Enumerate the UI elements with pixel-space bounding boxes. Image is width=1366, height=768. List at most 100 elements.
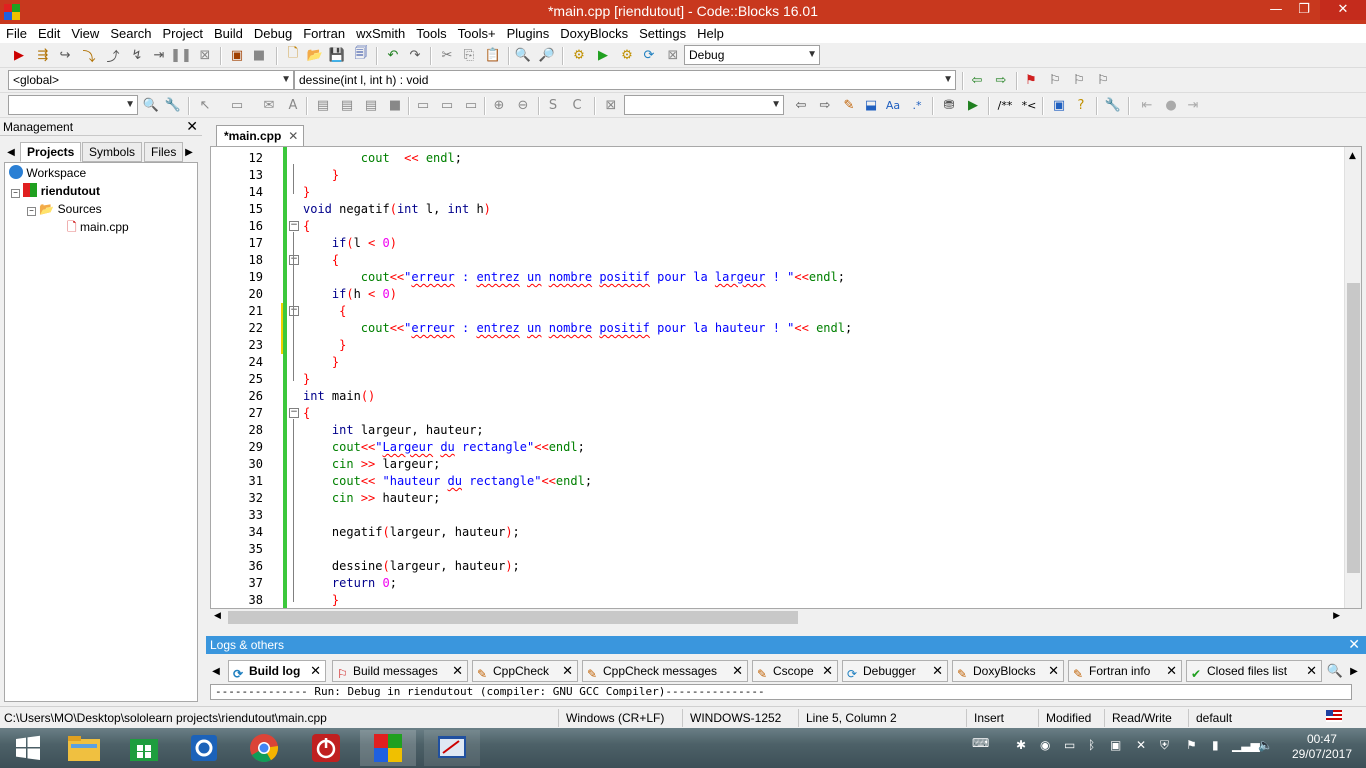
debug-windows-icon[interactable]: ▣ (228, 46, 246, 64)
paste-icon[interactable]: 📋 (484, 46, 502, 64)
taskbar-clock[interactable]: 00:47 29/07/2017 (1292, 732, 1352, 762)
line-number[interactable]: 20 (211, 286, 263, 303)
line-number[interactable]: 21 (211, 303, 263, 320)
arrow-left-icon[interactable]: ⇦ (792, 96, 810, 114)
build-target-select[interactable]: Debug ▼ (684, 45, 820, 65)
fold-toggle-icon[interactable]: − (289, 306, 299, 316)
control-panel-taskbar-icon[interactable] (176, 730, 232, 766)
zoom-in-icon[interactable]: ⊕ (490, 96, 508, 114)
code-line[interactable]: { (303, 405, 310, 422)
line-number[interactable]: 16 (211, 218, 263, 235)
jump-forward-icon[interactable]: ⇨ (992, 71, 1010, 89)
tab-main-cpp[interactable]: *main.cpp ✕ (216, 125, 305, 147)
tools-wrench-icon[interactable]: 🔧 (1104, 96, 1122, 114)
doxy-extract-icon[interactable]: ▶ (964, 96, 982, 114)
line-number[interactable]: 33 (211, 507, 263, 524)
tab-scroll-left-icon[interactable]: ◀ (4, 143, 18, 161)
shield-icon[interactable]: ⛨ (1160, 738, 1169, 753)
tab-cppcheck[interactable]: ✎ CppCheck ✕ (472, 660, 578, 682)
jump-back-icon[interactable]: ⇦ (968, 71, 986, 89)
cut-icon[interactable]: ✂ (438, 46, 456, 64)
zoom-out-icon[interactable]: ⊖ (514, 96, 532, 114)
search-icon[interactable]: 🔍 (142, 96, 160, 114)
menu-view[interactable]: View (65, 24, 104, 42)
search-input[interactable]: ▼ (624, 95, 784, 115)
line-number[interactable]: 37 (211, 575, 263, 592)
scroll-right-icon[interactable]: ▶ (1333, 611, 1340, 621)
code-line[interactable]: negatif(largeur, hauteur); (303, 524, 520, 541)
find-icon[interactable]: 🔍 (514, 46, 532, 64)
undo-icon[interactable]: ↶ (384, 46, 402, 64)
code-line[interactable]: cout << endl; (303, 150, 469, 167)
frame2-icon[interactable]: ▭ (438, 96, 456, 114)
vertical-scroll-thumb[interactable] (1347, 283, 1360, 573)
tab-cscope[interactable]: ✎ Cscope ✕ (752, 660, 838, 682)
codeblocks-taskbar-icon[interactable] (360, 730, 416, 766)
fold-toggle-icon[interactable]: − (289, 255, 299, 265)
close-icon[interactable]: ✕ (1348, 636, 1360, 653)
match-case-icon[interactable]: Aa (884, 96, 902, 114)
code-line[interactable]: if(l < 0) (303, 235, 397, 252)
change-dot-icon[interactable]: ● (1162, 96, 1180, 114)
align-left-icon[interactable]: ▤ (314, 96, 332, 114)
close-icon[interactable]: ✕ (1166, 661, 1177, 681)
close-icon[interactable]: ✕ (822, 661, 833, 681)
abort-icon[interactable]: ⊠ (664, 46, 682, 64)
menu-wxsmith[interactable]: wxSmith (350, 24, 410, 42)
stop-debug-icon[interactable]: ⊠ (196, 46, 214, 64)
line-number[interactable]: 13 (211, 167, 263, 184)
tree-project[interactable]: − riendutout (11, 182, 100, 200)
step-out-icon[interactable]: ⤴ (104, 46, 122, 65)
toggle-bookmark-icon[interactable]: ⚑ (1022, 71, 1040, 89)
chm-help-icon[interactable]: ? (1072, 96, 1090, 114)
line-number[interactable]: 25 (211, 371, 263, 388)
menu-settings[interactable]: Settings (633, 24, 691, 42)
tab-doxyblocks[interactable]: ✎ DoxyBlocks ✕ (952, 660, 1064, 682)
tab-scroll-right-icon[interactable]: ▶ (1348, 662, 1360, 680)
new-file-icon[interactable]: 🗋 (284, 46, 302, 64)
tab-scroll-left-icon[interactable]: ◀ (210, 662, 222, 680)
function-select[interactable]: dessine(int l, int h) : void ▼ (294, 70, 956, 90)
next-instruction-icon[interactable]: ↯ (128, 46, 146, 64)
close-icon[interactable]: ✕ (732, 661, 743, 681)
close-icon[interactable]: ✕ (562, 661, 573, 681)
tray-flag-icon[interactable]: ⚑ (1186, 738, 1197, 752)
tree-folder-sources[interactable]: − 📂 Sources (27, 200, 102, 218)
code-line[interactable]: if(h < 0) (303, 286, 397, 303)
menu-doxyblocks[interactable]: DoxyBlocks (554, 24, 633, 42)
console-taskbar-icon[interactable] (424, 730, 480, 766)
next-line-icon[interactable]: ↪ (56, 46, 74, 64)
regex-icon[interactable]: .* (908, 96, 926, 114)
code-line[interactable]: { (303, 252, 339, 269)
tab-projects[interactable]: Projects (20, 142, 82, 162)
save-icon[interactable]: 💾 (328, 46, 346, 64)
tab-build-messages[interactable]: ⚐ Build messages ✕ (332, 660, 468, 682)
tree-workspace[interactable]: Workspace (9, 164, 86, 182)
code-line[interactable]: int largeur, hauteur; (303, 422, 484, 439)
code-line[interactable]: cout<<"erreur : entrez un nombre positif… (303, 320, 852, 337)
code-line[interactable]: cout<<"Largeur du rectangle"<<endl; (303, 439, 585, 456)
open-file-icon[interactable]: 📂 (306, 46, 324, 64)
code-line[interactable]: dessine(largeur, hauteur); (303, 558, 520, 575)
arrow-right-icon[interactable]: ⇨ (816, 96, 834, 114)
tab-closed-files-list[interactable]: ✔ Closed files list ✕ (1186, 660, 1322, 682)
keyboard-icon[interactable]: ⌨ (972, 736, 989, 750)
doxy-wizard-icon[interactable]: ⛃ (940, 96, 958, 114)
code-line[interactable]: void negatif(int l, int h) (303, 201, 491, 218)
debug-info-icon[interactable]: ■ (250, 46, 268, 64)
line-number[interactable]: 29 (211, 439, 263, 456)
rebuild-icon[interactable]: ⟳ (640, 46, 658, 64)
tab-cppcheck-messages[interactable]: ✎ CppCheck messages ✕ (582, 660, 748, 682)
menu-tools-plus[interactable]: Tools+ (452, 24, 501, 42)
close-icon[interactable]: ✕ (452, 661, 463, 681)
code-line[interactable]: { (303, 303, 346, 320)
close-icon[interactable]: ✕ (186, 118, 198, 135)
tray-app-icon[interactable]: ✱ (1016, 738, 1026, 752)
bluetooth-icon[interactable]: ᛒ (1088, 738, 1095, 752)
next-change-icon[interactable]: ⇥ (1184, 96, 1202, 114)
line-number[interactable]: 35 (211, 541, 263, 558)
mail-icon[interactable]: ✉ (260, 96, 278, 114)
redo-icon[interactable]: ↷ (406, 46, 424, 64)
signal-icon[interactable]: ▁▃▅ (1232, 738, 1260, 752)
tree-file-main[interactable]: 🗋 main.cpp (67, 218, 129, 236)
